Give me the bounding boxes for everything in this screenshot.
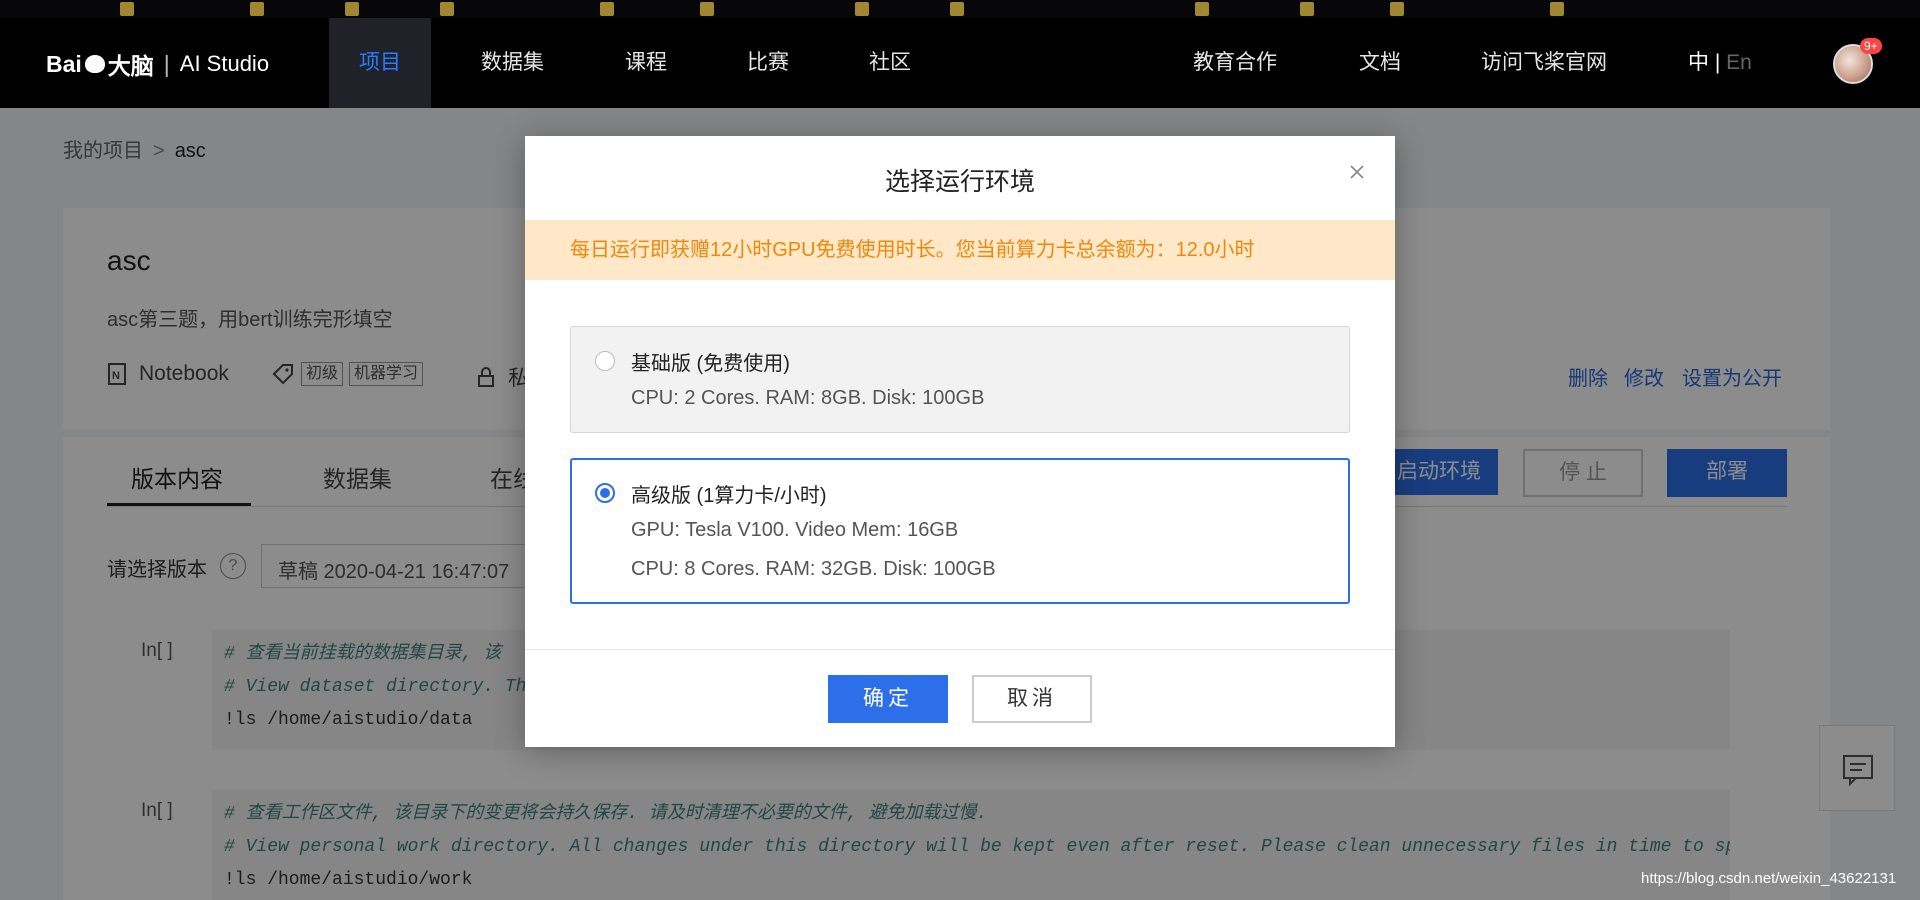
nav-item-projects[interactable]: 项目 [329,18,431,108]
option-title: 高级版 (1算力卡/小时) [631,485,827,507]
close-icon[interactable] [1345,160,1369,184]
confirm-button[interactable]: 确定 [828,675,948,723]
language-switch: 中 | En [1688,18,1752,108]
logo-cn: 大脑 [107,53,154,79]
paw-icon [84,55,105,73]
lang-separator: | [1709,51,1727,74]
nav-item-competitions[interactable]: 比赛 [747,18,789,108]
nav-item-community[interactable]: 社区 [869,18,911,108]
nav-item-education[interactable]: 教育合作 [1193,18,1277,108]
nav-item-docs[interactable]: 文档 [1359,18,1401,108]
logo-brand: Bai [46,50,82,77]
select-environment-modal: 选择运行环境 每日运行即获赠12小时GPU免费使用时长。您当前算力卡总余额为：1… [525,136,1395,747]
nav-item-datasets[interactable]: 数据集 [481,18,544,108]
bookmarks-overlay [0,0,1920,18]
baidu-ai-studio-logo[interactable]: Bai 大脑 | AI Studio [46,48,269,80]
nav-item-courses[interactable]: 课程 [625,18,667,108]
option-spec: GPU: Tesla V100. Video Mem: 16GB [631,519,959,541]
cancel-button[interactable]: 取消 [972,675,1092,723]
watermark: https://blog.csdn.net/weixin_43622131 [1641,870,1897,887]
nav-item-paddle-site[interactable]: 访问飞桨官网 [1481,18,1607,108]
logo-separator: | [163,50,170,77]
notification-badge: 9+ [1860,38,1882,54]
option-title: 基础版 (免费使用) [631,353,790,375]
top-navbar: Bai 大脑 | AI Studio 项目 数据集 课程 比赛 社区 教育合作 … [0,18,1920,108]
lang-en[interactable]: En [1726,51,1752,74]
option-spec: CPU: 2 Cores. RAM: 8GB. Disk: 100GB [631,387,985,409]
env-option-advanced[interactable]: 高级版 (1算力卡/小时) GPU: Tesla V100. Video Mem… [570,458,1350,604]
radio-basic[interactable] [595,351,615,371]
lang-cn[interactable]: 中 [1688,51,1709,74]
radio-advanced[interactable] [595,483,615,503]
modal-footer-divider [525,649,1395,650]
option-spec: CPU: 8 Cores. RAM: 32GB. Disk: 100GB [631,558,996,580]
gpu-quota-notice: 每日运行即获赠12小时GPU免费使用时长。您当前算力卡总余额为：12.0小时 [525,220,1395,280]
env-option-basic[interactable]: 基础版 (免费使用) CPU: 2 Cores. RAM: 8GB. Disk:… [570,326,1350,433]
modal-title: 选择运行环境 [884,168,1035,196]
logo-product: AI Studio [179,51,270,76]
